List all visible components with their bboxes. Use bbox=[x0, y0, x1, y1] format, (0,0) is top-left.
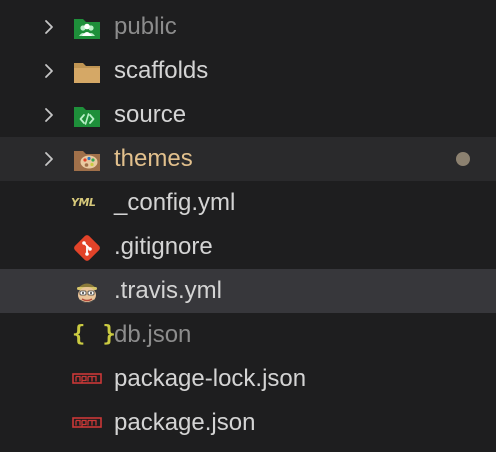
tree-item-package-lock-json[interactable]: package-lock.json bbox=[0, 357, 496, 401]
npm-icon bbox=[72, 417, 102, 428]
tree-item-gitignore[interactable]: .gitignore bbox=[0, 225, 496, 269]
chevron-right-icon[interactable] bbox=[40, 62, 58, 80]
tree-item-label: package-lock.json bbox=[114, 365, 307, 392]
chevron-right-icon[interactable] bbox=[40, 106, 58, 124]
tree-item-public[interactable]: public bbox=[0, 5, 496, 49]
travis-icon bbox=[77, 283, 97, 303]
tree-item-scaffolds[interactable]: scaffolds bbox=[0, 49, 496, 93]
tree-item-themes[interactable]: themes bbox=[0, 137, 496, 181]
tree-item-label: themes bbox=[114, 145, 193, 172]
folder-theme-icon bbox=[74, 151, 100, 171]
tree-item-config-yml[interactable]: YML _config.yml bbox=[0, 181, 496, 225]
modified-dot-badge bbox=[456, 152, 470, 166]
npm-icon bbox=[72, 373, 102, 384]
tree-item-db-json[interactable]: { } db.json bbox=[0, 313, 496, 357]
tree-item-travis-yml[interactable]: .travis.yml bbox=[0, 269, 496, 313]
tree-item-label: public bbox=[114, 13, 177, 40]
yaml-icon: YML bbox=[71, 196, 96, 209]
tree-item-label: .gitignore bbox=[114, 233, 213, 260]
chevron-right-icon[interactable] bbox=[40, 150, 58, 168]
tree-item-label: .travis.yml bbox=[114, 277, 222, 304]
folder-icon bbox=[74, 63, 100, 83]
tree-item-label: _config.yml bbox=[114, 189, 236, 216]
folder-public-icon bbox=[74, 19, 100, 39]
chevron-right-icon[interactable] bbox=[40, 18, 58, 36]
git-icon bbox=[74, 235, 100, 261]
tree-item-source[interactable]: source bbox=[0, 93, 496, 137]
file-explorer: public scaffolds source themes YML _conf… bbox=[0, 0, 496, 452]
tree-item-label: source bbox=[114, 101, 187, 128]
tree-item-label: scaffolds bbox=[114, 57, 209, 84]
tree-item-package-json[interactable]: package.json bbox=[0, 401, 496, 445]
folder-source-icon bbox=[74, 107, 100, 127]
tree-item-label: package.json bbox=[114, 409, 256, 436]
json-icon: { } bbox=[72, 322, 118, 347]
tree-item-label: db.json bbox=[114, 321, 192, 348]
